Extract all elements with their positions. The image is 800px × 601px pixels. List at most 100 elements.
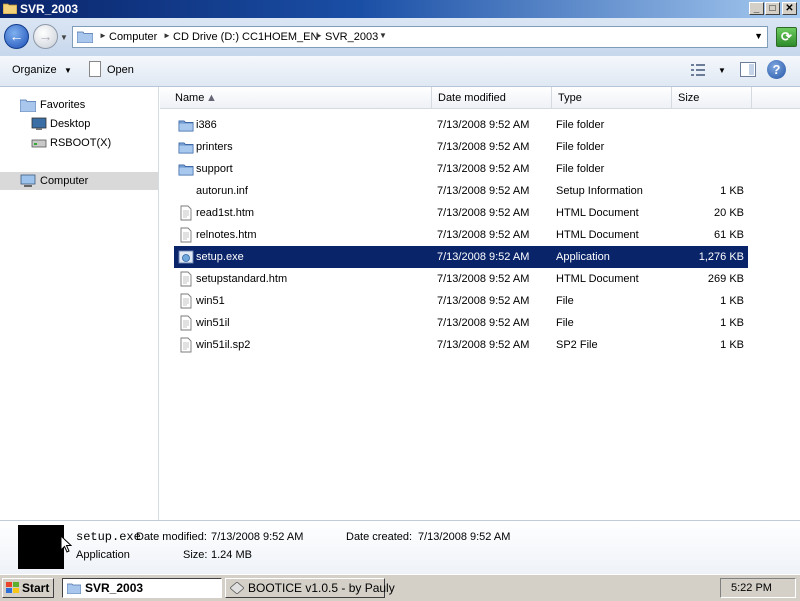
crumb-separator-icon[interactable]: ► bbox=[99, 31, 107, 40]
file-type: Setup Information bbox=[556, 185, 643, 197]
file-row[interactable]: setupstandard.htm 7/13/2008 9:52 AM HTML D… bbox=[174, 268, 748, 290]
file-date-modified: 7/13/2008 9:52 AM bbox=[437, 251, 530, 263]
document-icon bbox=[178, 315, 194, 331]
details-filename: setup.exe bbox=[76, 530, 141, 544]
file-date-modified: 7/13/2008 9:52 AM bbox=[437, 273, 530, 285]
file-type: File folder bbox=[556, 141, 605, 153]
nav-item-desktop[interactable]: Desktop bbox=[0, 115, 158, 133]
file-size: 1 KB bbox=[720, 295, 744, 307]
file-row[interactable]: relnotes.htm 7/13/2008 9:52 AM HTML Docume… bbox=[174, 224, 748, 246]
nav-item-computer[interactable]: Computer bbox=[0, 172, 158, 190]
file-row[interactable]: win51 7/13/2008 9:52 AM File 1 KB bbox=[174, 290, 748, 312]
file-row[interactable]: printers 7/13/2008 9:52 AM File folder bbox=[174, 136, 748, 158]
file-name: setup.exe bbox=[196, 251, 244, 263]
folder-icon bbox=[67, 583, 81, 594]
file-name: printers bbox=[196, 141, 233, 153]
file-size: 1 KB bbox=[720, 185, 744, 197]
file-name: setupstandard.htm bbox=[196, 273, 288, 285]
file-date-modified: 7/13/2008 9:52 AM bbox=[437, 141, 530, 153]
details-type: Application bbox=[76, 549, 130, 561]
column-header-label: Size bbox=[678, 92, 700, 104]
file-type: File folder bbox=[556, 119, 605, 131]
setup-info-icon bbox=[178, 183, 194, 199]
folder-icon bbox=[3, 3, 17, 14]
file-date-modified: 7/13/2008 9:52 AM bbox=[437, 339, 530, 351]
breadcrumb-cd-drive[interactable]: CD Drive (D:) CC1HOEM_EN bbox=[173, 31, 318, 43]
breadcrumb-svr-2003[interactable]: SVR_2003 bbox=[325, 31, 378, 43]
file-row[interactable]: i386 7/13/2008 9:52 AM File folder bbox=[174, 114, 748, 136]
file-type: HTML Document bbox=[556, 273, 639, 285]
preview-pane-button[interactable] bbox=[740, 62, 756, 77]
start-button[interactable]: Start bbox=[2, 578, 54, 598]
file-type: File bbox=[556, 317, 574, 329]
clock[interactable]: 5:22 PM bbox=[731, 582, 772, 594]
refresh-button[interactable]: ⟳ bbox=[776, 27, 797, 47]
file-name: autorun.inf bbox=[196, 185, 248, 197]
address-row: ← → ▼ ► Computer ► CD Drive (D:) CC1HOEM… bbox=[0, 18, 800, 56]
document-icon bbox=[178, 227, 194, 243]
file-size: 20 KB bbox=[714, 207, 744, 219]
details-size-value: 1.24 MB bbox=[211, 549, 252, 561]
crumb-separator-icon[interactable]: ▼ bbox=[379, 31, 387, 40]
file-row[interactable]: support 7/13/2008 9:52 AM File folder bbox=[174, 158, 748, 180]
refresh-icon: ⟳ bbox=[781, 29, 792, 44]
organize-dropdown-icon[interactable]: ▼ bbox=[64, 66, 72, 75]
back-button[interactable]: ← bbox=[4, 24, 29, 49]
system-tray: 5:22 PM bbox=[720, 578, 796, 598]
recent-pages-dropdown[interactable]: ▼ bbox=[60, 33, 68, 42]
desktop-icon bbox=[31, 117, 47, 130]
forward-button[interactable]: → bbox=[33, 24, 58, 49]
start-label: Start bbox=[22, 581, 50, 595]
folder-icon bbox=[178, 117, 194, 133]
document-icon bbox=[178, 271, 194, 287]
column-header-date-modified[interactable]: Date modified bbox=[432, 87, 552, 109]
address-dropdown-icon[interactable]: ▼ bbox=[754, 31, 763, 41]
details-pane: setup.exe Date modified: 7/13/2008 9:52 … bbox=[0, 520, 800, 575]
address-bar[interactable]: ► Computer ► CD Drive (D:) CC1HOEM_EN ► … bbox=[72, 26, 768, 48]
taskbar-button-label: SVR_2003 bbox=[85, 581, 144, 595]
column-header-label: Date modified bbox=[438, 92, 506, 104]
drive-icon bbox=[31, 139, 47, 148]
maximize-button[interactable]: □ bbox=[765, 2, 780, 15]
file-row[interactable]: autorun.inf 7/13/2008 9:52 AM Setup Inform… bbox=[174, 180, 748, 202]
file-date-modified: 7/13/2008 9:52 AM bbox=[437, 163, 530, 175]
file-date-modified: 7/13/2008 9:52 AM bbox=[437, 295, 530, 307]
title-bar[interactable]: SVR_2003 _ □ ✕ bbox=[0, 0, 800, 18]
taskbar-button-bootice[interactable]: BOOTICE v1.0.5 - by Pauly bbox=[225, 578, 395, 598]
open-button[interactable]: Open bbox=[107, 64, 134, 76]
column-header-name[interactable]: Name ▲ bbox=[160, 87, 432, 109]
file-type: HTML Document bbox=[556, 229, 639, 241]
breadcrumb-computer[interactable]: Computer bbox=[109, 31, 157, 43]
file-type: HTML Document bbox=[556, 207, 639, 219]
file-row[interactable]: win51il 7/13/2008 9:52 AM File 1 KB bbox=[174, 312, 748, 334]
views-dropdown-icon[interactable]: ▼ bbox=[718, 66, 726, 75]
column-header-type[interactable]: Type bbox=[552, 87, 672, 109]
help-button[interactable]: ? bbox=[767, 60, 786, 79]
column-header-filler bbox=[752, 87, 800, 109]
file-row[interactable]: read1st.htm 7/13/2008 9:52 AM HTML Documen… bbox=[174, 202, 748, 224]
file-row[interactable]: win51il.sp2 7/13/2008 9:52 AM SP2 File 1 KB bbox=[174, 334, 748, 356]
crumb-separator-icon[interactable]: ► bbox=[163, 31, 171, 40]
file-row[interactable]: setup.exe 7/13/2008 9:52 AM Application 1,2… bbox=[174, 246, 748, 268]
file-size: 269 KB bbox=[707, 273, 744, 285]
views-icon[interactable] bbox=[690, 62, 706, 78]
nav-item-rsboot[interactable]: RSBOOT(X) bbox=[0, 134, 158, 152]
window-title: SVR_2003 bbox=[20, 2, 79, 16]
minimize-button[interactable]: _ bbox=[749, 2, 764, 15]
crumb-separator-icon[interactable]: ► bbox=[315, 31, 323, 40]
organize-button[interactable]: Organize bbox=[12, 64, 57, 76]
nav-item-label: RSBOOT(X) bbox=[50, 137, 112, 149]
close-button[interactable]: ✕ bbox=[782, 2, 797, 15]
file-type: File folder bbox=[556, 163, 605, 175]
column-header-size[interactable]: Size bbox=[672, 87, 752, 109]
nav-item-favorites[interactable]: Favorites bbox=[0, 96, 158, 114]
file-date-modified: 7/13/2008 9:52 AM bbox=[437, 119, 530, 131]
file-name: i386 bbox=[196, 119, 217, 131]
file-type: File bbox=[556, 295, 574, 307]
details-date-created-value: 7/13/2008 9:52 AM bbox=[418, 531, 511, 543]
file-name: win51 bbox=[196, 295, 225, 307]
details-date-modified-label: Date modified: bbox=[136, 531, 207, 543]
details-size-label: Size: bbox=[183, 549, 208, 561]
file-date-modified: 7/13/2008 9:52 AM bbox=[437, 317, 530, 329]
taskbar-button-svr-2003[interactable]: SVR_2003 bbox=[62, 578, 222, 598]
